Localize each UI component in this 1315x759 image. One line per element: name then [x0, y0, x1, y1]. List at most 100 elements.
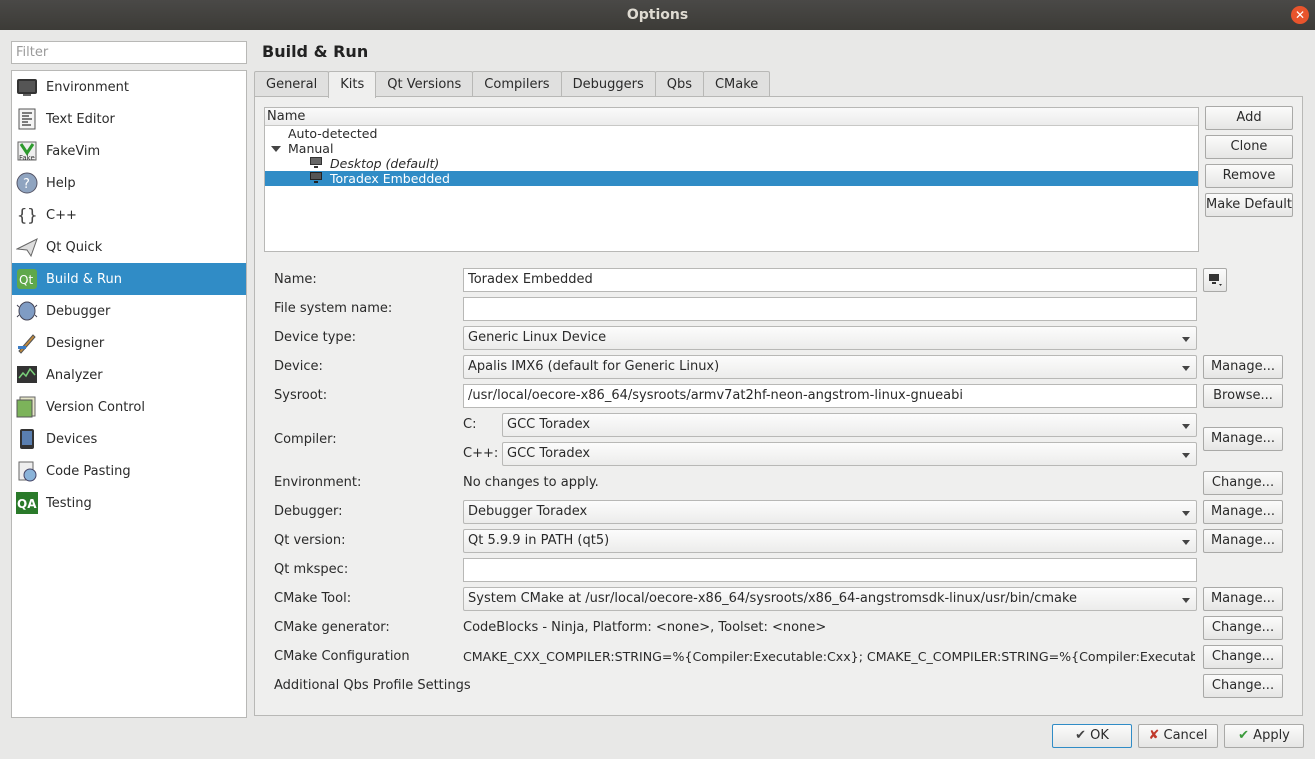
apply-button[interactable]: ✔ Apply — [1224, 724, 1304, 748]
tab-cmake[interactable]: CMake — [702, 71, 771, 97]
select-value: GCC Toradex — [507, 446, 591, 461]
window-titlebar: Options ✕ — [0, 0, 1315, 30]
monitor-icon — [16, 76, 38, 98]
kit-icon-button[interactable] — [1203, 268, 1227, 292]
compiler-cpp-select[interactable]: GCC Toradex — [502, 442, 1197, 466]
ok-button[interactable]: ✔ OK — [1052, 724, 1132, 748]
sidebar-item-environment[interactable]: Environment — [12, 71, 246, 103]
apply-button-label: Apply — [1253, 728, 1290, 743]
sidebar-item-qt-quick[interactable]: Qt Quick — [12, 231, 246, 263]
monitor-icon — [310, 157, 322, 169]
manage-qt-version-button[interactable]: Manage... — [1203, 529, 1283, 553]
tab-kits[interactable]: Kits — [328, 71, 377, 98]
remove-kit-button[interactable]: Remove — [1205, 164, 1293, 188]
change-qbs-profile-button[interactable]: Change... — [1203, 674, 1283, 698]
cmake-generator-value: CodeBlocks - Ninja, Platform: <none>, To… — [463, 620, 827, 635]
qbs-profile-label: Additional Qbs Profile Settings — [274, 678, 471, 693]
tab-qbs[interactable]: Qbs — [654, 71, 704, 97]
cancel-button[interactable]: ✘ Cancel — [1138, 724, 1218, 748]
change-cmake-generator-button[interactable]: Change... — [1203, 616, 1283, 640]
svg-text:?: ? — [23, 177, 30, 192]
tree-item-label: Desktop (default) — [330, 156, 440, 171]
kit-name-field[interactable]: Toradex Embedded — [463, 268, 1197, 292]
tree-item-kit-desktop[interactable]: Desktop (default) — [265, 156, 1198, 171]
tab-bar: General Kits Qt Versions Compilers Debug… — [254, 71, 771, 98]
sidebar-item-build-and-run[interactable]: Qt Build & Run — [12, 263, 246, 295]
monitor-icon — [310, 172, 322, 184]
sysroot-field[interactable]: /usr/local/oecore-x86_64/sysroots/armv7a… — [463, 384, 1197, 408]
manage-debugger-button[interactable]: Manage... — [1203, 500, 1283, 524]
cancel-button-label: Cancel — [1163, 728, 1208, 743]
text-editor-icon — [16, 108, 38, 130]
cancel-x-icon: ✘ — [1148, 728, 1160, 743]
designer-brush-icon — [16, 332, 38, 354]
fs-name-field[interactable] — [463, 297, 1197, 321]
sidebar-item-debugger[interactable]: Debugger — [12, 295, 246, 327]
select-value: Generic Linux Device — [468, 330, 607, 345]
compiler-c-select[interactable]: GCC Toradex — [502, 413, 1197, 437]
sidebar-item-cpp[interactable]: {} C++ — [12, 199, 246, 231]
tab-qt-versions[interactable]: Qt Versions — [375, 71, 474, 97]
qt-version-select[interactable]: Qt 5.9.9 in PATH (qt5) — [463, 529, 1197, 553]
select-value: Qt 5.9.9 in PATH (qt5) — [468, 533, 610, 548]
sidebar-item-label: C++ — [46, 207, 77, 223]
manage-compiler-button[interactable]: Manage... — [1203, 427, 1283, 451]
sidebar-item-version-control[interactable]: Version Control — [12, 391, 246, 423]
kits-tree[interactable]: Name Auto-detected Manual Desktop (defau… — [264, 107, 1199, 252]
manage-cmake-tool-button[interactable]: Manage... — [1203, 587, 1283, 611]
device-select[interactable]: Apalis IMX6 (default for Generic Linux) — [463, 355, 1197, 379]
sidebar-item-fakevim[interactable]: Fake FakeVim — [12, 135, 246, 167]
manage-device-button[interactable]: Manage... — [1203, 355, 1283, 379]
qt-build-icon: Qt — [16, 268, 38, 290]
compiler-c-label: C: — [463, 417, 477, 432]
browse-sysroot-button[interactable]: Browse... — [1203, 384, 1283, 408]
tree-item-kit-toradex[interactable]: Toradex Embedded — [265, 171, 1198, 186]
sidebar-item-label: Qt Quick — [46, 239, 103, 255]
tree-item-label: Manual — [288, 141, 334, 156]
sidebar-item-analyzer[interactable]: Analyzer — [12, 359, 246, 391]
sidebar-item-designer[interactable]: Designer — [12, 327, 246, 359]
qt-mkspec-label: Qt mkspec: — [274, 562, 349, 577]
environment-value: No changes to apply. — [463, 475, 599, 490]
device-label: Device: — [274, 359, 323, 374]
svg-text:{}: {} — [17, 206, 37, 226]
sidebar-item-text-editor[interactable]: Text Editor — [12, 103, 246, 135]
dropdown-arrow-icon — [1182, 453, 1190, 458]
sidebar-item-devices[interactable]: Devices — [12, 423, 246, 455]
select-value: Debugger Toradex — [468, 504, 588, 519]
sidebar-item-label: Environment — [46, 79, 130, 95]
debugger-select[interactable]: Debugger Toradex — [463, 500, 1197, 524]
select-value: GCC Toradex — [507, 417, 591, 432]
dropdown-arrow-icon — [1182, 337, 1190, 342]
change-environment-button[interactable]: Change... — [1203, 471, 1283, 495]
tree-item-manual[interactable]: Manual — [265, 141, 1198, 156]
monitor-icon — [1209, 274, 1222, 286]
close-window-button[interactable]: ✕ — [1291, 6, 1309, 24]
cmake-tool-label: CMake Tool: — [274, 591, 352, 606]
cmake-tool-select[interactable]: System CMake at /usr/local/oecore-x86_64… — [463, 587, 1197, 611]
compiler-cpp-label: C++: — [463, 446, 499, 461]
qt-mkspec-field[interactable] — [463, 558, 1197, 582]
apply-check-icon: ✔ — [1238, 728, 1250, 743]
cmake-config-value: CMAKE_CXX_COMPILER:STRING=%{Compiler:Exe… — [463, 649, 1195, 664]
analyzer-icon — [16, 364, 38, 386]
sidebar-item-code-pasting[interactable]: Code Pasting — [12, 455, 246, 487]
tree-item-auto-detected[interactable]: Auto-detected — [265, 126, 1198, 141]
debugger-label: Debugger: — [274, 504, 343, 519]
device-icon — [16, 428, 38, 450]
device-type-select[interactable]: Generic Linux Device — [463, 326, 1197, 350]
make-default-button[interactable]: Make Default — [1205, 193, 1293, 217]
change-cmake-config-button[interactable]: Change... — [1203, 645, 1283, 669]
paper-plane-icon — [15, 236, 38, 258]
sidebar-item-help[interactable]: ? Help — [12, 167, 246, 199]
tab-general[interactable]: General — [254, 71, 330, 97]
sidebar-item-testing[interactable]: QA Testing — [12, 487, 246, 519]
clone-kit-button[interactable]: Clone — [1205, 135, 1293, 159]
expand-arrow-icon[interactable] — [271, 146, 281, 152]
add-kit-button[interactable]: Add — [1205, 106, 1293, 130]
tree-column-header[interactable]: Name — [265, 108, 1198, 126]
tab-debuggers[interactable]: Debuggers — [560, 71, 656, 97]
filter-input[interactable] — [11, 41, 247, 64]
ok-check-icon: ✔ — [1075, 728, 1086, 743]
tab-compilers[interactable]: Compilers — [472, 71, 562, 97]
